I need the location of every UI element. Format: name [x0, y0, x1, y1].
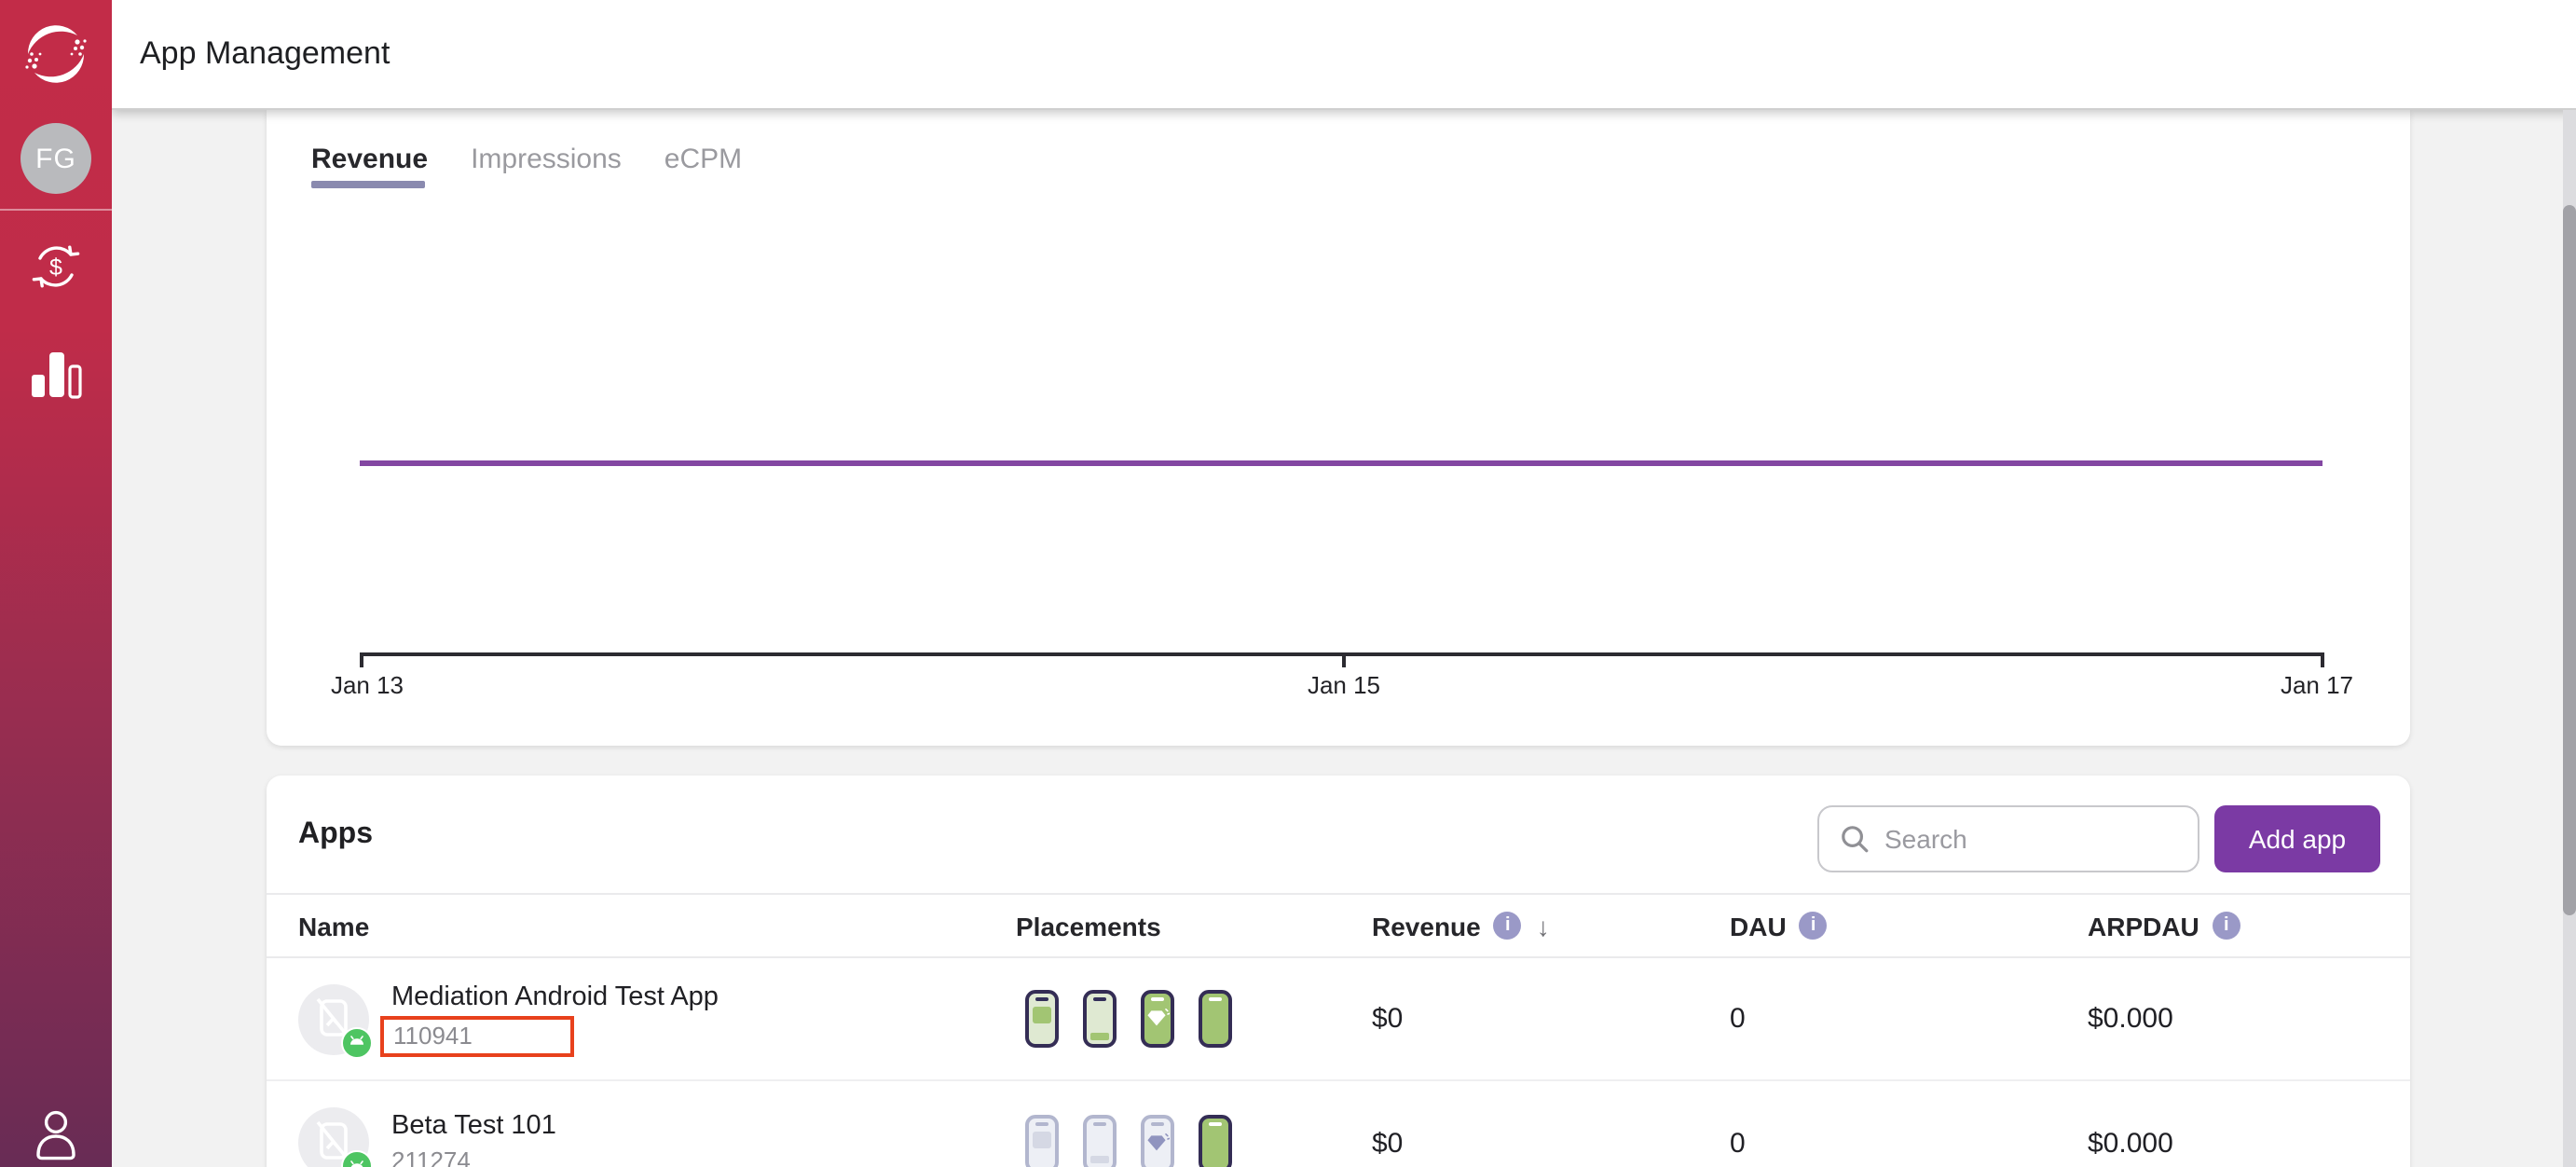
table-row-mediation-android-test-app: Mediation Android Test App 110941 $0 0 $…	[267, 958, 2410, 1081]
column-header-name[interactable]: Name	[298, 911, 1016, 940]
add-app-button[interactable]: Add app	[2214, 805, 2380, 872]
app-id: 211274	[391, 1146, 556, 1167]
app-default-image-icon	[298, 983, 369, 1054]
column-header-arpdau[interactable]: ARPDAU i	[2088, 911, 2380, 940]
arpdau-value: $0.000	[2088, 1003, 2380, 1035]
x-tick-label-jan13: Jan 13	[331, 671, 404, 699]
dau-info-icon[interactable]: i	[1800, 912, 1828, 940]
app-id: 110941	[393, 1022, 473, 1050]
x-tick-label-jan17: Jan 17	[2281, 671, 2353, 699]
revenue-info-icon[interactable]: i	[1494, 912, 1522, 940]
scrollbar-thumb[interactable]	[2563, 205, 2576, 915]
performance-chart-card: Revenue Impressions eCPM Jan 13 Jan 15 J…	[267, 110, 2410, 746]
revenue-flat-line-series	[360, 460, 2323, 466]
sidebar-divider	[0, 209, 112, 211]
top-bar: App Management	[112, 0, 2576, 110]
sort-descending-icon[interactable]: ↓	[1537, 911, 1550, 940]
placements-cell	[1016, 990, 1372, 1048]
add-app-label: Add app	[2249, 824, 2346, 854]
app-name-cell: Beta Test 101 211274	[298, 1107, 1016, 1167]
page-title: App Management	[140, 35, 390, 73]
app-name-cell: Mediation Android Test App 110941	[298, 982, 1016, 1056]
monetization-dollar-sync-icon[interactable]: $	[28, 239, 84, 304]
sidebar: FG $	[0, 0, 112, 1167]
brand-logo-icon[interactable]	[19, 17, 93, 91]
reports-bar-chart-icon[interactable]	[30, 350, 82, 408]
placements-cell	[1016, 1114, 1372, 1167]
column-header-revenue[interactable]: Revenue i ↓	[1372, 911, 1730, 940]
tab-ecpm[interactable]: eCPM	[665, 144, 742, 175]
x-tick-jan17	[2321, 656, 2324, 667]
placement-interstitial-icon[interactable]	[1199, 1114, 1232, 1167]
app-management-page: FG $ App Man	[0, 0, 2576, 1167]
placement-rewarded-icon[interactable]	[1141, 990, 1174, 1048]
placement-rewarded-icon[interactable]	[1141, 1114, 1174, 1167]
apps-search-input[interactable]: Search	[1817, 805, 2199, 872]
app-name-link[interactable]: Mediation Android Test App	[391, 982, 719, 1011]
revenue-value: $0	[1372, 1003, 1730, 1035]
placement-banner-icon[interactable]	[1083, 990, 1117, 1048]
search-icon	[1840, 824, 1870, 854]
app-name-link[interactable]: Beta Test 101	[391, 1111, 556, 1141]
x-tick-jan15	[1342, 656, 1346, 667]
placement-interstitial-icon[interactable]	[1199, 990, 1232, 1048]
column-header-placements[interactable]: Placements	[1016, 911, 1372, 940]
apps-card: Apps Search Add app Name Placements Reve…	[267, 776, 2410, 1167]
arpdau-value: $0.000	[2088, 1127, 2380, 1159]
dau-value: 0	[1730, 1003, 2088, 1035]
android-platform-badge-icon	[341, 1026, 373, 1058]
svg-text:$: $	[49, 254, 62, 281]
x-tick-label-jan15: Jan 15	[1308, 671, 1380, 699]
column-header-dau[interactable]: DAU i	[1730, 911, 2088, 940]
tab-impressions[interactable]: Impressions	[471, 144, 622, 175]
app-name-block: Mediation Android Test App 110941	[391, 982, 719, 1056]
app-default-image-icon	[298, 1107, 369, 1167]
chart-metric-tabs: Revenue Impressions eCPM	[311, 144, 742, 175]
user-avatar[interactable]: FG	[21, 123, 91, 194]
tab-revenue[interactable]: Revenue	[311, 144, 428, 175]
search-placeholder: Search	[1884, 824, 1967, 854]
x-tick-jan13	[360, 656, 363, 667]
user-initials: FG	[35, 143, 76, 174]
account-person-icon[interactable]	[32, 1107, 80, 1167]
dau-value: 0	[1730, 1127, 2088, 1159]
placement-banner-icon[interactable]	[1083, 1114, 1117, 1167]
table-row-beta-test-101: Beta Test 101 211274 $0 0 $0.000	[267, 1081, 2410, 1167]
app-name-block: Beta Test 101 211274	[391, 1111, 556, 1167]
active-tab-underline	[311, 181, 425, 188]
apps-section-title: Apps	[298, 818, 373, 852]
placement-mrec-icon[interactable]	[1025, 1114, 1059, 1167]
apps-table-header: Name Placements Revenue i ↓ DAU i ARPDAU…	[267, 893, 2410, 958]
placement-mrec-icon[interactable]	[1025, 990, 1059, 1048]
revenue-value: $0	[1372, 1127, 1730, 1159]
annotation-highlight-box: 110941	[380, 1015, 574, 1056]
arpdau-info-icon[interactable]: i	[2213, 912, 2240, 940]
